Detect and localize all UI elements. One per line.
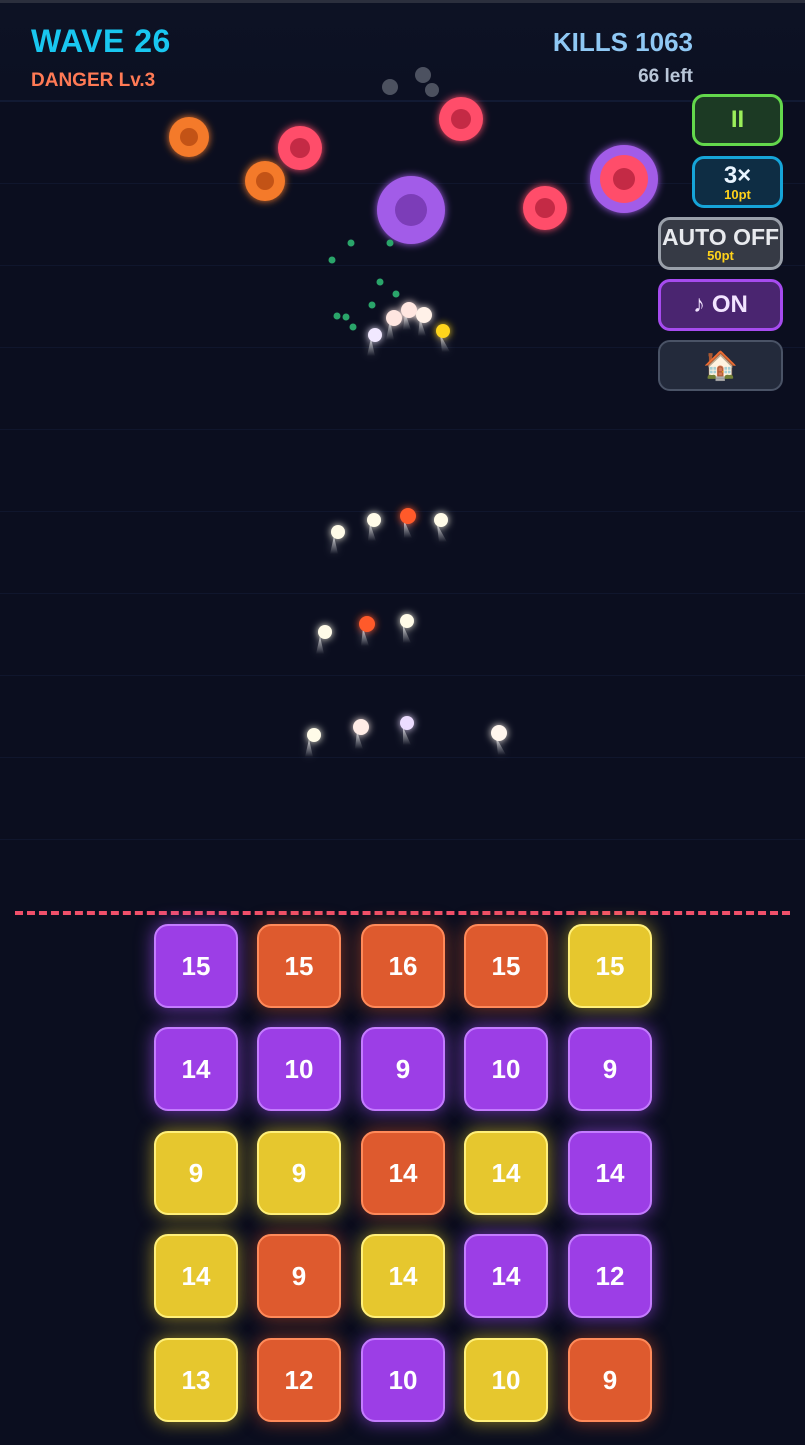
block-tile[interactable]: 10 bbox=[464, 1027, 548, 1111]
block-tile[interactable]: 15 bbox=[154, 924, 238, 1008]
ball-volley bbox=[305, 302, 507, 757]
block-tile[interactable]: 9 bbox=[361, 1027, 445, 1111]
block-tile[interactable]: 14 bbox=[154, 1027, 238, 1111]
block-tile[interactable]: 12 bbox=[257, 1338, 341, 1422]
block-tile[interactable]: 9 bbox=[154, 1131, 238, 1215]
enemy-orb bbox=[245, 161, 285, 201]
incoming-projectile bbox=[382, 67, 439, 97]
enemy-orb bbox=[439, 97, 483, 141]
block-tile[interactable]: 14 bbox=[568, 1131, 652, 1215]
enemy-boss-orb bbox=[590, 145, 658, 213]
home-icon: 🏠 bbox=[703, 350, 738, 381]
block-tile[interactable]: 12 bbox=[568, 1234, 652, 1318]
music-label: ♪ ON bbox=[693, 291, 748, 318]
battle-effects bbox=[169, 67, 658, 757]
home-button[interactable]: 🏠 bbox=[658, 340, 783, 391]
block-tile[interactable]: 15 bbox=[257, 924, 341, 1008]
block-tile[interactable]: 15 bbox=[464, 924, 548, 1008]
block-tile[interactable]: 9 bbox=[257, 1131, 341, 1215]
block-tile[interactable]: 14 bbox=[361, 1131, 445, 1215]
game-stage[interactable]: WAVE 26 DANGER Lv.3 KILLS 1063 66 left I… bbox=[0, 0, 805, 1445]
block-tile[interactable]: 10 bbox=[464, 1338, 548, 1422]
enemy-boss-orb bbox=[377, 176, 445, 244]
block-tile[interactable]: 14 bbox=[464, 1234, 548, 1318]
block-tile[interactable]: 13 bbox=[154, 1338, 238, 1422]
enemy-orb bbox=[169, 117, 209, 157]
auto-toggle-button[interactable]: AUTO OFF 50pt bbox=[658, 217, 783, 270]
block-tile[interactable]: 10 bbox=[257, 1027, 341, 1111]
block-tile[interactable]: 14 bbox=[464, 1131, 548, 1215]
speed-label: 3× bbox=[723, 161, 752, 189]
block-tile[interactable]: 14 bbox=[361, 1234, 445, 1318]
music-toggle-button[interactable]: ♪ ON bbox=[658, 279, 783, 331]
speed-cost: 10pt bbox=[724, 186, 751, 202]
enemy-orb bbox=[523, 186, 567, 230]
block-tile[interactable]: 9 bbox=[568, 1027, 652, 1111]
speed-3x-button[interactable]: 3× 10pt bbox=[692, 156, 783, 208]
block-tile[interactable]: 9 bbox=[257, 1234, 341, 1318]
block-tile[interactable]: 14 bbox=[154, 1234, 238, 1318]
block-tile[interactable]: 15 bbox=[568, 924, 652, 1008]
pause-icon: II bbox=[730, 106, 745, 133]
auto-cost: 50pt bbox=[707, 248, 734, 263]
danger-line bbox=[15, 911, 790, 915]
block-tile[interactable]: 16 bbox=[361, 924, 445, 1008]
enemy-orb bbox=[278, 126, 322, 170]
pause-button[interactable]: II bbox=[692, 94, 783, 146]
auto-label: AUTO OFF bbox=[661, 224, 780, 250]
block-tile[interactable]: 9 bbox=[568, 1338, 652, 1422]
block-tile[interactable]: 10 bbox=[361, 1338, 445, 1422]
